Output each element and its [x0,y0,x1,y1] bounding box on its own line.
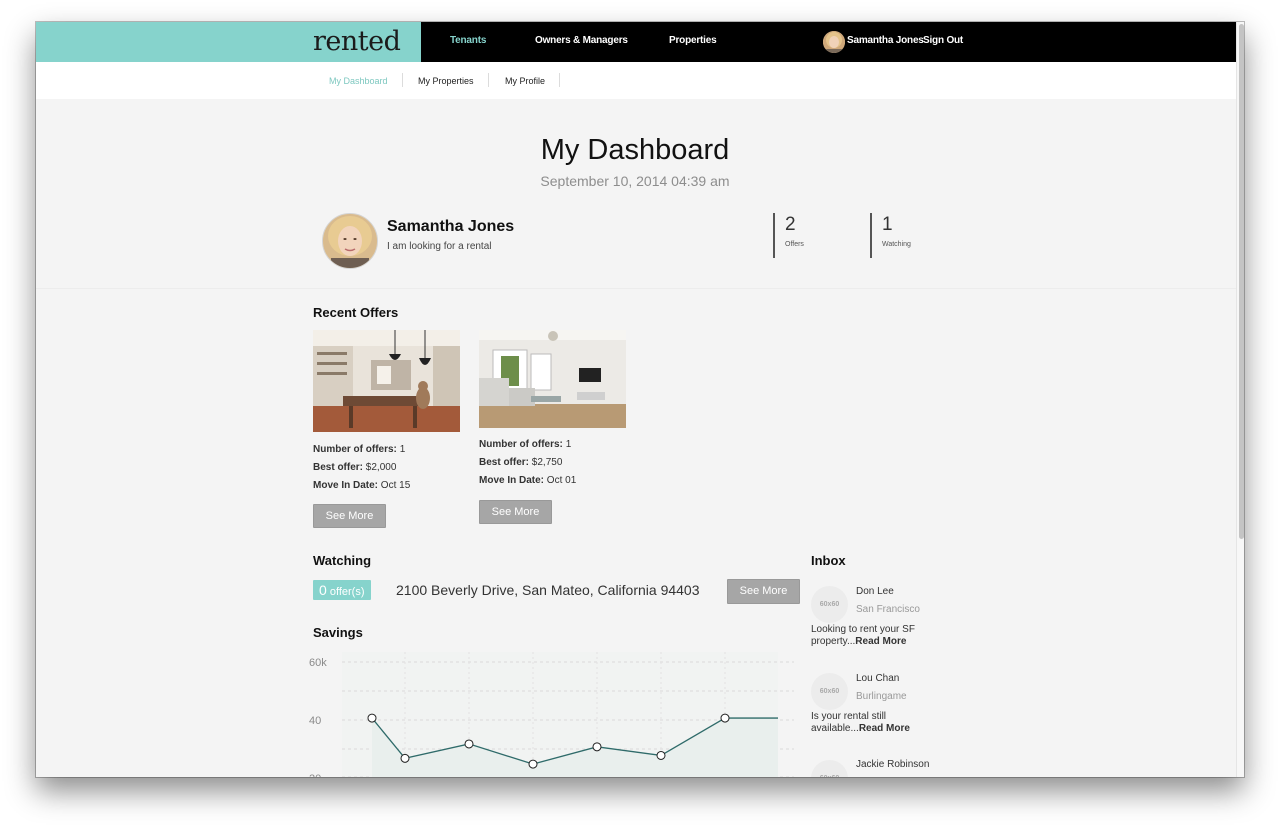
inbox-avatar-placeholder: 60x60 [811,760,848,777]
offer-1-best: Best offer: $2,000 [313,462,397,473]
vertical-scrollbar[interactable] [1236,22,1244,777]
offer-1-see-more-button[interactable]: See More [313,504,386,528]
stat-watching[interactable]: 1 Watching [870,213,911,258]
stat-offers[interactable]: 2 Offers [773,213,804,258]
read-more-link[interactable]: Read More [855,636,906,647]
subnav-divider [402,73,403,87]
watching-title: Watching [313,553,372,568]
subnav-my-properties[interactable]: My Properties [418,76,474,86]
inbox-avatar-placeholder: 60x60 [811,673,848,710]
offer-2-move-in: Move In Date: Oct 01 [479,475,577,486]
chart-y-tick-label: 20 [309,773,321,777]
recent-offers-title: Recent Offers [313,305,399,320]
offer-2-best: Best offer: $2,750 [479,457,563,468]
stat-offers-label: Offers [785,241,804,248]
subnav-divider [488,73,489,87]
top-navbar: rented Tenants Owners & Managers Propert… [36,22,1244,62]
stat-watching-label: Watching [882,241,911,248]
scrollbar-thumb[interactable] [1239,24,1244,539]
inbox-sender-name[interactable]: Don Lee [856,586,894,597]
user-name-link[interactable]: Samantha Jones [847,35,924,46]
chart-point [367,713,377,723]
brand-block: rented [36,22,421,62]
watching-address[interactable]: 2100 Beverly Drive, San Mateo, Californi… [396,582,700,598]
sign-out-link[interactable]: Sign Out [923,35,963,46]
savings-chart: 60k 40 20 [309,652,794,777]
subnav-divider [559,73,560,87]
brand-logo[interactable]: rented [313,23,401,61]
inbox-message-snippet: Looking to rent your SF property...Read … [811,624,915,647]
profile-name: Samantha Jones [387,218,515,235]
user-avatar-portrait [823,31,845,53]
offer-photo-2[interactable] [479,330,626,428]
inbox-message-snippet: Is your rental still available...Read Mo… [811,711,910,734]
inbox-sender-location: San Francisco [856,604,920,615]
stat-offers-value: 2 [785,214,796,235]
offer-photo-1[interactable] [313,330,460,432]
watching-offers-count: 0 [319,582,327,598]
read-more-link[interactable]: Read More [859,723,910,734]
offer-1-count: Number of offers: 1 [313,444,406,455]
subnav-my-dashboard[interactable]: My Dashboard [329,76,388,86]
chart-point [464,739,474,749]
chart-y-tick-label: 60k [309,657,327,669]
offer-photo-1-image [313,330,460,432]
browser-window: rented Tenants Owners & Managers Propert… [36,22,1244,777]
chart-point [720,713,730,723]
chart-y-tick-label: 40 [309,715,321,727]
inbox-sender-name[interactable]: Jackie Robinson [856,759,929,770]
watching-offers-unit: offer(s) [329,586,365,598]
user-avatar[interactable] [823,31,845,53]
sub-navbar: My Dashboard My Properties My Profile [36,62,1244,99]
profile-status: I am looking for a rental [387,241,492,252]
offer-2-count: Number of offers: 1 [479,439,572,450]
nav-tenants[interactable]: Tenants [450,35,486,46]
offer-photo-2-image [479,330,626,428]
inbox-sender-name[interactable]: Lou Chan [856,673,899,684]
savings-title: Savings [313,625,363,640]
offer-1-move-in: Move In Date: Oct 15 [313,480,411,491]
chart-point [592,742,602,752]
page-date: September 10, 2014 04:39 am [540,173,730,189]
section-divider [36,288,1244,289]
profile-portrait [323,214,377,268]
chart-point [400,753,410,763]
subnav-my-profile[interactable]: My Profile [505,76,545,86]
inbox-title: Inbox [811,553,846,568]
chart-point [528,759,538,769]
chart-point [656,750,666,760]
nav-properties[interactable]: Properties [669,35,717,46]
inbox-sender-location: Burlingame [856,691,907,702]
profile-avatar [322,213,378,269]
watching-offers-badge: 0 offer(s) [313,580,371,600]
offer-2-see-more-button[interactable]: See More [479,500,552,524]
nav-owners-managers[interactable]: Owners & Managers [535,35,628,46]
stat-watching-value: 1 [882,214,893,235]
watching-see-more-button[interactable]: See More [727,579,800,604]
inbox-avatar-placeholder: 60x60 [811,586,848,623]
page-title: My Dashboard [540,134,730,166]
